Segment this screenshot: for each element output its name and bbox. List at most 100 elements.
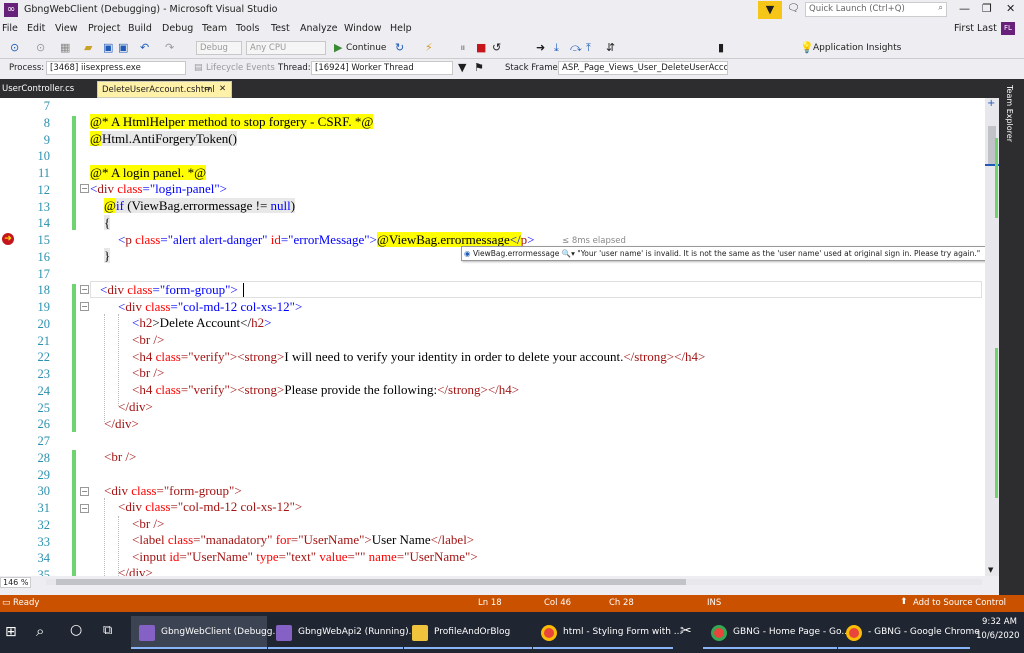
search-icon[interactable]: ⌕ — [36, 622, 44, 640]
open-icon[interactable]: ▰ — [84, 42, 92, 54]
platform-dropdown[interactable]: Any CPU — [246, 41, 326, 55]
config-dropdown[interactable]: Debug — [196, 41, 242, 55]
source-control-up-icon[interactable]: ⬆ — [900, 597, 908, 607]
show-next-statement-icon[interactable]: ➜ — [536, 42, 545, 54]
magnifier-icon[interactable]: 🔍▾ — [562, 249, 575, 258]
taskbar-item-chrome-1[interactable]: html - Styling Form with ... — [533, 616, 682, 649]
tab-deleteuseraccount[interactable]: DeleteUserAccount.cshtml ⇔ ✕ — [97, 81, 232, 98]
pause-icon[interactable]: ⏸ — [460, 42, 466, 54]
collapse-toggle[interactable]: − — [80, 285, 89, 294]
taskbar-item-chrome-2[interactable]: GBNG - Home Page - Go... — [703, 616, 850, 649]
line-number: 25 — [37, 400, 51, 415]
clock-time[interactable]: 9:32 AM — [982, 617, 1017, 627]
flag-threads-icon[interactable]: ⚑ — [474, 62, 484, 74]
minimize-button[interactable]: — — [959, 2, 970, 15]
zoom-level[interactable]: 146 % — [0, 577, 32, 588]
tab-usercontroller[interactable]: UserController.cs — [2, 84, 74, 94]
feedback-icon[interactable]: 🗨 — [787, 3, 800, 14]
datatip[interactable]: ◉ ViewBag.errormessage 🔍▾ "Your 'user na… — [461, 246, 985, 261]
horizontal-scrollbar[interactable] — [46, 579, 982, 585]
process-dropdown[interactable]: [3468] iisexpress.exe — [46, 61, 186, 75]
process-label: Process: — [9, 63, 45, 73]
account-name[interactable]: First Last — [954, 23, 997, 34]
datatip-pin-icon[interactable]: ◉ — [462, 249, 471, 258]
filter-icon[interactable]: ▼ — [458, 62, 466, 74]
refresh-icon[interactable]: ↻ — [395, 42, 404, 54]
save-icon[interactable]: ▣ — [103, 42, 113, 54]
step-over-icon[interactable]: ⤼ — [570, 42, 582, 54]
taskbar-item-vs-client[interactable]: GbngWebClient (Debugg... — [131, 616, 281, 649]
account-badge[interactable]: FL — [1001, 22, 1015, 35]
menu-view[interactable]: View — [55, 23, 78, 34]
cortana-icon[interactable]: ○ — [70, 622, 82, 638]
menu-window[interactable]: Window — [344, 23, 381, 34]
restart-icon[interactable]: ↺ — [492, 42, 501, 54]
add-to-source-control[interactable]: Add to Source Control — [913, 598, 1006, 608]
h-scroll-thumb[interactable] — [56, 579, 686, 585]
browser-link-icon[interactable]: ⚡ — [425, 42, 433, 54]
bookmark-icon[interactable]: ▮ — [718, 42, 724, 54]
collapse-toggle[interactable]: − — [80, 184, 89, 193]
continue-button[interactable]: Continue — [346, 43, 386, 53]
stop-icon[interactable]: ■ — [476, 42, 486, 54]
snipping-tool-icon[interactable]: ✂ — [680, 623, 692, 639]
save-all-icon[interactable]: ▣ — [118, 42, 128, 54]
code-line: @Html.AntiForgeryToken() — [90, 131, 237, 147]
collapse-toggle[interactable]: − — [80, 504, 89, 513]
windows-taskbar: ⊞ ⌕ ○ ⧉ GbngWebClient (Debugg... GbngWeb… — [0, 612, 1024, 653]
line-number: 30 — [37, 484, 51, 499]
pin-icon[interactable]: ⇔ — [204, 84, 211, 93]
scroll-down-icon[interactable]: ▼ — [988, 566, 993, 574]
menu-debug[interactable]: Debug — [162, 23, 193, 34]
stack-frame-label: Stack Frame: — [505, 63, 561, 73]
redo-icon[interactable]: ↷ — [165, 42, 174, 54]
menu-analyze[interactable]: Analyze — [300, 23, 337, 34]
code-line: </div> — [118, 565, 153, 576]
restore-button[interactable]: ❐ — [982, 2, 992, 15]
menu-team[interactable]: Team — [202, 23, 227, 34]
taskbar-item-vs-api[interactable]: GbngWebApi2 (Running)... — [268, 616, 417, 649]
menu-edit[interactable]: Edit — [27, 23, 45, 34]
expand-icon[interactable]: + — [987, 98, 995, 109]
continue-icon[interactable]: ▶ — [334, 42, 342, 54]
menu-project[interactable]: Project — [88, 23, 121, 34]
menu-test[interactable]: Test — [271, 23, 290, 34]
forward-icon[interactable]: ⊙ — [36, 42, 45, 54]
line-number: 19 — [37, 300, 51, 314]
team-explorer-panel[interactable]: Team Explorer — [999, 79, 1024, 595]
windows-start-icon[interactable]: ⊞ — [5, 624, 17, 640]
breakpoint-arrow-icon[interactable]: ➜ — [2, 233, 14, 245]
task-view-icon[interactable]: ⧉ — [103, 623, 112, 638]
lifecycle-icon[interactable]: ▤ — [194, 62, 203, 74]
menu-help[interactable]: Help — [390, 23, 412, 34]
close-button[interactable]: ✕ — [1006, 2, 1015, 15]
vertical-scrollbar[interactable]: + ▼ — [985, 98, 999, 576]
menu-build[interactable]: Build — [128, 23, 152, 34]
back-icon[interactable]: ⊙ — [10, 42, 19, 54]
taskbar-item-folder[interactable]: ProfileAndOrBlog — [404, 616, 532, 649]
app-insights-icon[interactable]: 💡 — [800, 42, 814, 54]
menu-file[interactable]: File — [2, 23, 18, 34]
notification-flag-icon[interactable]: ▼ — [758, 1, 782, 19]
menu-tools[interactable]: Tools — [236, 23, 259, 34]
lifecycle-events[interactable]: Lifecycle Events — [206, 63, 275, 73]
clock-date[interactable]: 10/6/2020 — [976, 631, 1020, 641]
hex-display-icon[interactable]: ⇵ — [606, 42, 615, 54]
collapse-toggle[interactable]: − — [80, 487, 89, 496]
thread-dropdown[interactable]: [16924] Worker Thread — [311, 61, 453, 75]
app-insights-button[interactable]: Application Insights — [813, 43, 901, 53]
team-explorer-label[interactable]: Team Explorer — [1005, 85, 1014, 142]
collapse-toggle[interactable]: − — [80, 302, 89, 311]
step-out-icon[interactable]: ⤒ — [586, 42, 591, 54]
stack-frame-dropdown[interactable]: ASP._Page_Views_User_DeleteUserAccount — [558, 61, 728, 75]
quick-launch-input[interactable]: Quick Launch (Ctrl+Q) ⌕ — [805, 2, 947, 17]
new-project-icon[interactable]: ▦ — [60, 42, 70, 54]
line-number: 13 — [37, 199, 51, 214]
code-line: } — [104, 248, 111, 263]
code-line: @* A login panel. *@ — [90, 165, 207, 181]
code-editor[interactable]: 7 8 9 10 11 12 13 14 15 16 17 18 19 20 21 22 23 24 25 26 27 2… — [0, 98, 985, 576]
taskbar-item-chrome-3[interactable]: - GBNG - Google Chrome — [838, 616, 980, 649]
undo-icon[interactable]: ↶ — [140, 42, 149, 54]
step-into-icon[interactable]: ⤓ — [554, 42, 559, 54]
close-tab-icon[interactable]: ✕ — [219, 84, 226, 94]
